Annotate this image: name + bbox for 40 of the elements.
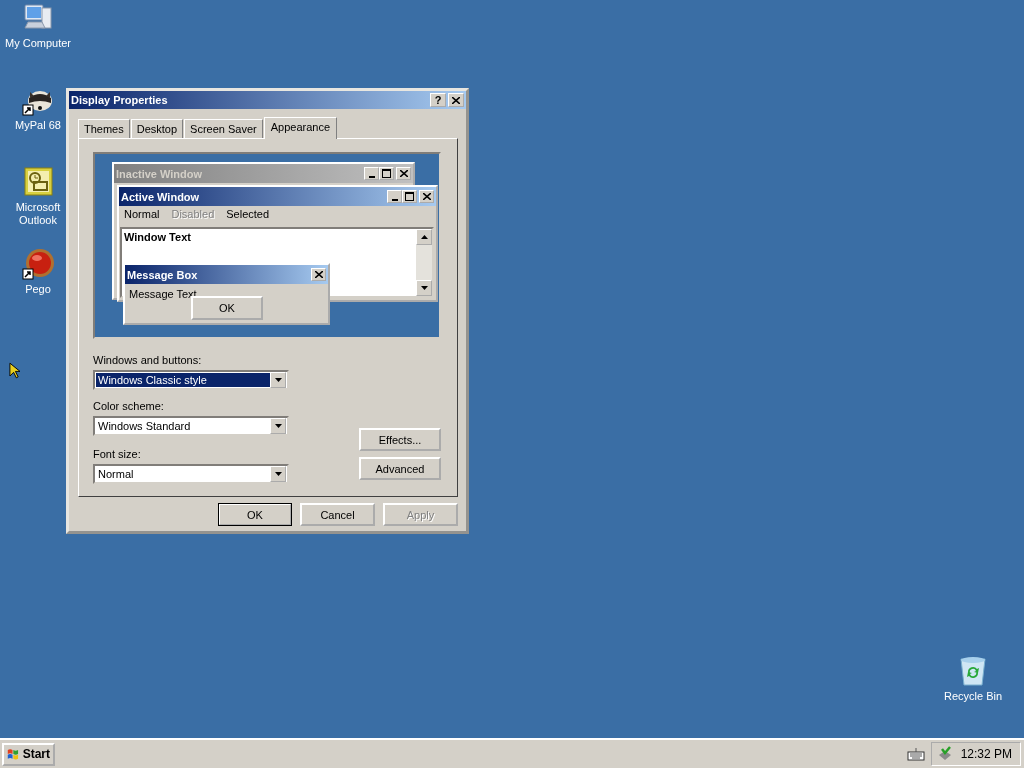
dialog-button[interactable]: Cancel: [300, 503, 375, 526]
window-title: Inactive Window: [116, 167, 204, 180]
tab[interactable]: Appearance: [263, 117, 338, 139]
close-button[interactable]: [448, 93, 464, 107]
dialog-button[interactable]: Advanced: [359, 457, 441, 480]
close-icon: [419, 190, 434, 203]
windows-flag-icon: [7, 747, 20, 761]
field-label: Font size:: [93, 448, 142, 460]
keyboard-icon[interactable]: [906, 747, 925, 761]
desktop-icon-label[interactable]: My Computer: [0, 37, 76, 50]
window-text: Window Text: [123, 230, 192, 245]
field-label: Windows and buttons:: [93, 354, 203, 366]
mouse-pointer-icon: [9, 362, 20, 379]
dropdown[interactable]: Windows Classic style: [93, 370, 289, 390]
tab[interactable]: Screen Saver: [184, 119, 263, 138]
maximize-icon: [379, 167, 394, 180]
minimize-icon: [387, 190, 402, 203]
dialog-button[interactable]: OK: [218, 503, 292, 526]
dialog-button[interactable]: Effects...: [359, 428, 441, 451]
desktop-icon-label[interactable]: Recycle Bin: [935, 690, 1011, 703]
clock-envelope-icon[interactable]: [22, 166, 54, 198]
window-title: Message Box: [127, 268, 199, 281]
minimize-icon: [364, 167, 379, 180]
close-icon: [452, 96, 460, 104]
dropdown[interactable]: Windows Standard: [93, 416, 289, 436]
maximize-icon: [402, 190, 417, 203]
menu-item: Disabled: [171, 208, 215, 222]
clock[interactable]: 12:32 PM: [960, 747, 1012, 761]
start-button[interactable]: Start: [2, 742, 55, 766]
dropdown[interactable]: Normal: [93, 464, 289, 484]
tab[interactable]: Themes: [78, 119, 130, 138]
window-title: Active Window: [121, 190, 201, 203]
field-label: Color scheme:: [93, 400, 165, 412]
help-button[interactable]: ?: [430, 93, 446, 107]
ball-icon[interactable]: [22, 248, 54, 280]
close-icon: [311, 268, 326, 281]
close-icon: [396, 167, 411, 180]
tab[interactable]: Desktop: [130, 119, 184, 138]
window-title: Display Properties: [71, 94, 169, 106]
recycle-bin-icon[interactable]: [957, 655, 989, 687]
